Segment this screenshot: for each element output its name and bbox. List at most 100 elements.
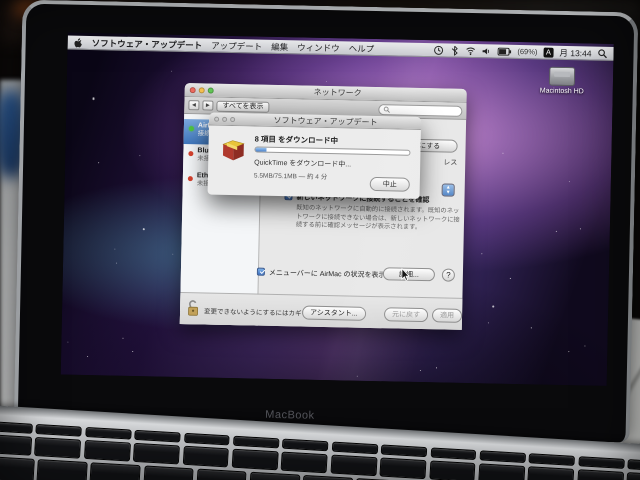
star [419, 369, 421, 372]
clock-icon[interactable] [433, 45, 443, 55]
star [509, 277, 511, 279]
status-dot-red [188, 151, 194, 157]
keyboard-key [89, 462, 141, 480]
dialog-minimize-button[interactable] [222, 116, 228, 122]
star [568, 351, 570, 353]
photo-of-macbook: ソフトウェア・アップデート アップデート 編集 ウィンドウ ヘルプ (69%) … [0, 0, 640, 480]
macintosh-hd-icon[interactable]: Macintosh HD [538, 66, 587, 95]
star [487, 322, 489, 324]
search-field[interactable] [378, 103, 463, 117]
apple-menu-icon[interactable] [74, 37, 83, 47]
keyboard-key [380, 444, 428, 458]
star [530, 327, 532, 329]
menu-update[interactable]: アップデート [211, 39, 262, 52]
keyboard-key [85, 426, 132, 440]
menu-edit[interactable]: 編集 [271, 40, 288, 52]
status-dot-red [187, 176, 193, 182]
hard-drive-glyph [548, 66, 576, 87]
confirm-description: 既知のネットワークに自動的に接続されます。既知のネットワークに接続できない場合は… [295, 204, 460, 231]
cancel-download-button[interactable]: 中止 [369, 176, 410, 192]
assistant-button[interactable]: アシスタント... [301, 305, 366, 321]
close-button[interactable] [189, 86, 196, 93]
keyboard-key [330, 454, 378, 477]
mouse-cursor [401, 267, 410, 281]
star [114, 248, 116, 250]
star [139, 155, 141, 157]
minimize-button[interactable] [198, 86, 205, 93]
keyboard-key [626, 472, 640, 480]
keyboard-key [142, 465, 194, 480]
spotlight-icon[interactable] [597, 48, 607, 58]
keyboard-key [36, 459, 88, 480]
menu-app[interactable]: ソフトウェア・アップデート [92, 37, 203, 51]
keyboard-key [231, 448, 279, 471]
download-status-line: QuickTime をダウンロード中... [254, 159, 352, 169]
progress-fill [255, 147, 267, 152]
keyboard-key [627, 459, 640, 472]
keyboard-key [379, 457, 427, 480]
keyboard-key [182, 445, 230, 468]
software-update-dialog[interactable]: ソフトウェア・アップデート 8 項目 をダウンロード中 QuickTime をダ… [207, 112, 422, 199]
keyboard-key [331, 441, 378, 455]
star [492, 305, 494, 308]
menubar-status-checkbox[interactable] [256, 267, 266, 276]
star [568, 181, 570, 183]
keyboard-key [0, 434, 33, 456]
keyboard-key [248, 471, 301, 480]
star [325, 80, 327, 82]
keyboard-key [428, 460, 476, 480]
keyboard-key [83, 439, 131, 462]
show-all-button[interactable]: すべてを表示 [216, 100, 270, 113]
keyboard-key [134, 429, 181, 443]
star [122, 337, 124, 339]
download-size-line: 5.5MB/75.1MB — 約 4 分 [253, 172, 328, 182]
keyboard-key [479, 450, 526, 464]
star [555, 230, 557, 232]
star [435, 367, 437, 369]
keyboard-key [282, 438, 329, 452]
star [92, 98, 95, 100]
apply-button[interactable]: 適用 [431, 308, 463, 323]
star [98, 162, 100, 164]
macbook-laptop: ソフトウェア・アップデート アップデート 編集 ウィンドウ ヘルプ (69%) … [13, 0, 639, 443]
menu-window[interactable]: ウィンドウ [297, 41, 340, 54]
battery-icon[interactable] [497, 47, 511, 56]
star [584, 345, 586, 347]
star [132, 350, 134, 352]
dialog-close-button[interactable] [214, 116, 220, 122]
forward-button[interactable]: ▶ [202, 100, 214, 111]
address-text-fragment: レス [443, 159, 458, 167]
search-icon [383, 106, 390, 113]
unlocked-padlock-icon[interactable] [186, 299, 200, 317]
status-dot-green [188, 126, 194, 132]
wifi-icon[interactable] [465, 45, 475, 55]
keyboard-key [280, 451, 328, 474]
keyboard-key [0, 455, 35, 480]
volume-icon[interactable] [481, 46, 491, 56]
star [116, 262, 118, 264]
menu-bar-clock[interactable]: 月 13:44 [559, 46, 591, 59]
star [579, 228, 581, 230]
keyboard-key [195, 468, 247, 480]
battery-percent: (69%) [517, 46, 538, 57]
star [502, 152, 504, 154]
star [356, 375, 358, 377]
input-source-menu[interactable]: A [543, 47, 554, 58]
keyboard-key [232, 435, 280, 449]
keyboard-key [578, 456, 625, 469]
bluetooth-icon[interactable] [449, 45, 459, 56]
keyboard-key [527, 466, 575, 480]
revert-button[interactable]: 元に戻す [383, 307, 429, 323]
macbook-screen: ソフトウェア・アップデート アップデート 編集 ウィンドウ ヘルプ (69%) … [60, 32, 614, 386]
star [172, 253, 174, 255]
help-button[interactable]: ? [441, 268, 456, 282]
menu-help[interactable]: ヘルプ [349, 42, 375, 55]
star [67, 341, 69, 343]
star [481, 253, 483, 255]
star [142, 228, 145, 230]
keyboard-key [302, 474, 354, 480]
back-button[interactable]: ◀ [188, 100, 200, 111]
keyboard-key [430, 447, 477, 461]
progress-bar [254, 146, 411, 156]
window-footer: 変更できないようにするにはカギをクリックします。 アシスタント... 元に戻す … [179, 291, 463, 330]
